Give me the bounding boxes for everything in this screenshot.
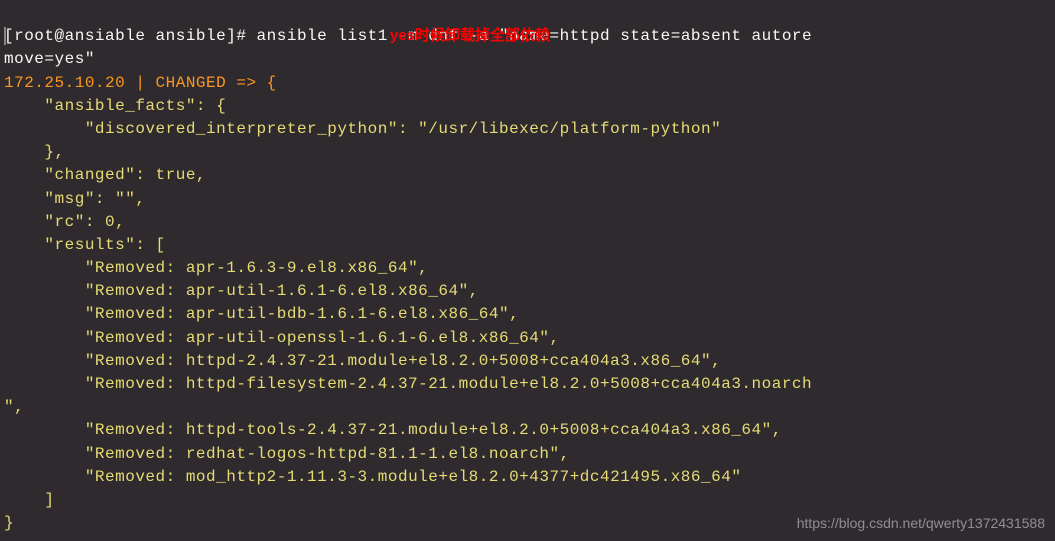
result-line-6: "Removed: httpd-tools-2.4.37-21.module+e… — [4, 421, 782, 439]
result-line-5: "Removed: httpd-filesystem-2.4.37-21.mod… — [4, 375, 812, 416]
results-open: "results": [ — [4, 236, 166, 254]
watermark-text: https://blog.csdn.net/qwerty1372431588 — [797, 513, 1045, 533]
interpreter-line: "discovered_interpreter_python": "/usr/l… — [4, 120, 721, 138]
terminal-output[interactable]: [root@ansiable ansible]# ansible list1 -… — [4, 2, 1051, 535]
result-line-3: "Removed: apr-util-openssl-1.6.1-6.el8.x… — [4, 329, 560, 347]
result-line-4: "Removed: httpd-2.4.37-21.module+el8.2.0… — [4, 352, 721, 370]
result-line-7: "Removed: redhat-logos-httpd-81.1-1.el8.… — [4, 445, 570, 463]
result-line-0: "Removed: apr-1.6.3-9.el8.x86_64", — [4, 259, 428, 277]
result-line-2: "Removed: apr-util-bdb-1.6.1-6.el8.x86_6… — [4, 305, 519, 323]
final-close: } — [4, 514, 14, 532]
result-line-8: "Removed: mod_http2-1.11.3-3.module+el8.… — [4, 468, 741, 486]
shell-prompt: [root@ansiable ansible]# — [4, 27, 257, 45]
result-line-1: "Removed: apr-util-1.6.1-6.el8.x86_64", — [4, 282, 479, 300]
host-status-line: 172.25.10.20 | CHANGED => { — [4, 74, 277, 92]
msg-line: "msg": "", — [4, 190, 145, 208]
close-brace-1: }, — [4, 143, 65, 161]
rc-line: "rc": 0, — [4, 213, 125, 231]
changed-line: "changed": true, — [4, 166, 206, 184]
ansible-facts-key: "ansible_facts": { — [4, 97, 226, 115]
results-close: ] — [4, 491, 55, 509]
annotation-text: yes时候卸载掉全部依赖 — [390, 25, 550, 47]
